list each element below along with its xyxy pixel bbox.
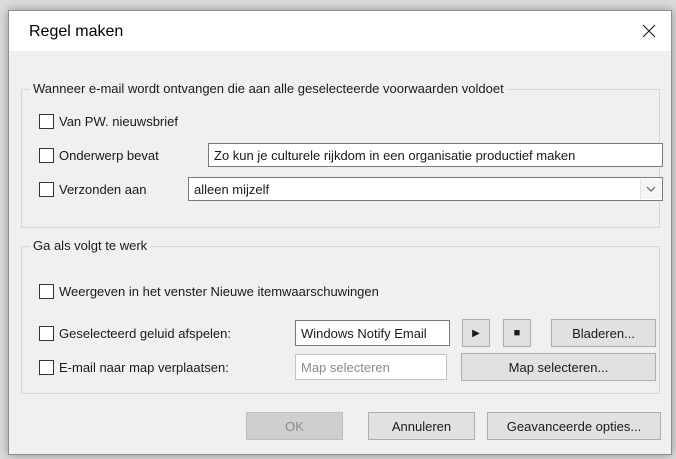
move-checkbox[interactable]	[39, 360, 54, 375]
play-icon: ▶	[472, 327, 480, 339]
title-bar: Regel maken	[9, 11, 671, 51]
advanced-options-button[interactable]: Geavanceerde opties...	[487, 412, 661, 440]
select-folder-button[interactable]: Map selecteren...	[461, 353, 656, 381]
from-label: Van PW. nieuwsbrief	[59, 114, 178, 129]
folder-field[interactable]: Map selecteren	[295, 354, 447, 380]
display-checkbox[interactable]	[39, 284, 54, 299]
sound-label: Geselecteerd geluid afspelen:	[59, 326, 232, 341]
sent-to-checkbox[interactable]	[39, 182, 54, 197]
create-rule-dialog: Regel maken Wanneer e-mail wordt ontvang…	[8, 10, 672, 455]
subject-input[interactable]: Zo kun je culturele rijkdom in een organ…	[208, 143, 663, 167]
subject-checkbox[interactable]	[39, 148, 54, 163]
sound-file-field[interactable]: Windows Notify Email	[295, 320, 450, 346]
subject-label: Onderwerp bevat	[59, 148, 159, 163]
dialog-body: Wanneer e-mail wordt ontvangen die aan a…	[9, 51, 671, 454]
move-label: E-mail naar map verplaatsen:	[59, 360, 229, 375]
close-button[interactable]	[627, 11, 671, 51]
browse-button[interactable]: Bladeren...	[551, 319, 656, 347]
dialog-title: Regel maken	[29, 23, 124, 40]
actions-group: Ga als volgt te werk Weergeven in het ve…	[21, 238, 660, 394]
sent-to-value: alleen mijzelf	[194, 181, 270, 197]
conditions-group: Wanneer e-mail wordt ontvangen die aan a…	[21, 81, 663, 228]
sound-checkbox[interactable]	[39, 326, 54, 341]
stop-button[interactable]: ■	[503, 319, 531, 347]
close-icon	[642, 24, 656, 38]
play-button[interactable]: ▶	[462, 319, 490, 347]
dropdown-button[interactable]	[640, 179, 661, 199]
conditions-group-title: Wanneer e-mail wordt ontvangen die aan a…	[30, 81, 507, 96]
display-label: Weergeven in het venster Nieuwe itemwaar…	[59, 284, 379, 299]
sent-to-select[interactable]: alleen mijzelf	[188, 177, 663, 201]
from-condition-row[interactable]: Van PW. nieuwsbrief	[39, 114, 178, 129]
from-checkbox[interactable]	[39, 114, 54, 129]
sent-to-label: Verzonden aan	[59, 182, 147, 197]
stop-icon: ■	[513, 327, 521, 339]
sent-to-condition-row[interactable]: Verzonden aan	[39, 182, 146, 197]
sound-action-row[interactable]: Geselecteerd geluid afspelen:	[39, 326, 231, 341]
display-action-row[interactable]: Weergeven in het venster Nieuwe itemwaar…	[39, 284, 379, 299]
subject-condition-row[interactable]: Onderwerp bevat	[39, 148, 159, 163]
actions-group-title: Ga als volgt te werk	[30, 238, 151, 253]
chevron-down-icon	[646, 186, 656, 192]
cancel-button[interactable]: Annuleren	[368, 412, 475, 440]
move-action-row[interactable]: E-mail naar map verplaatsen:	[39, 360, 229, 375]
ok-button[interactable]: OK	[246, 412, 343, 440]
